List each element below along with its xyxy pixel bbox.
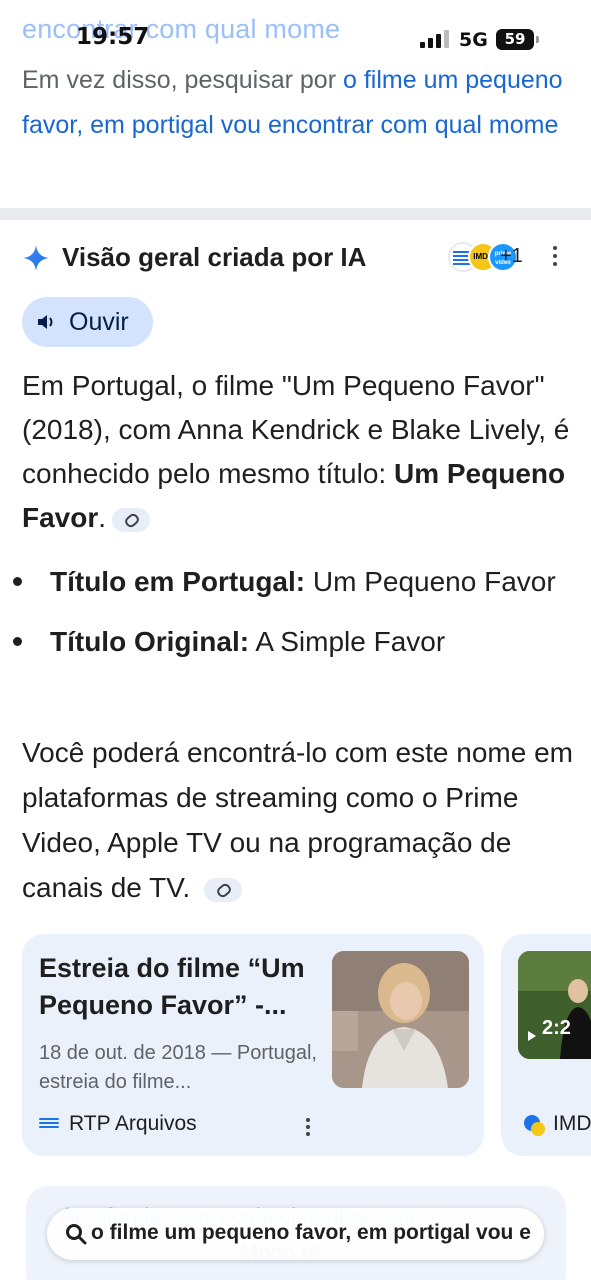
- battery-icon: 59: [496, 29, 539, 50]
- source-card-site: IMD: [553, 1112, 591, 1135]
- answer-end: .: [98, 502, 107, 533]
- search-query: o filme um pequeno favor, em portigal vo…: [91, 1221, 531, 1244]
- battery-level: 59: [504, 30, 526, 48]
- more-sources-count[interactable]: +1: [500, 245, 523, 268]
- source-card-site: RTP Arquivos: [69, 1112, 197, 1135]
- rtp-logo-icon: [39, 1118, 59, 1132]
- closing-text: Você poderá encontrá-lo com este nome em…: [22, 737, 573, 903]
- scrolled-query-text: encontrar com qual mome: [22, 14, 341, 44]
- bullet-value: Um Pequeno Favor: [305, 566, 556, 597]
- citation-link-icon[interactable]: [112, 507, 151, 532]
- listen-label: Ouvir: [69, 308, 129, 336]
- speaker-icon: [38, 315, 53, 329]
- status-bar: encontrar com qual mome 19:57 5G 59: [0, 0, 591, 60]
- listen-button[interactable]: Ouvir: [22, 297, 153, 347]
- list-item: Título Original: A Simple Favor: [13, 620, 577, 664]
- source-card-snippet: 18 de out. de 2018 — Portugal, estreia d…: [39, 1042, 317, 1093]
- ai-answer-text: Em Portugal, o filme "Um Pequeno Favor" …: [22, 364, 577, 540]
- ai-overview-header: Visão geral criada por IA IMDb prime vide…: [22, 238, 577, 282]
- source-card[interactable]: 2:2 IMD: [501, 934, 591, 1156]
- floating-search-bar[interactable]: o filme um pequeno favor, em portigal vo…: [47, 1208, 544, 1260]
- source-card[interactable]: Estreia do filme “Um Pequeno Favor” -...…: [22, 934, 484, 1156]
- imdb-logo-icon: [524, 1115, 545, 1136]
- source-card-thumbnail: [332, 951, 469, 1088]
- search-icon: [66, 1224, 87, 1245]
- ai-closing-text: Você poderá encontrá-lo com este nome em…: [22, 730, 577, 910]
- more-options-icon[interactable]: [304, 1116, 312, 1136]
- list-item: Título em Portugal: Um Pequeno Favor: [13, 560, 577, 604]
- video-thumbnail: 2:2: [518, 951, 591, 1059]
- bullet-label: Título em Portugal:: [50, 566, 306, 597]
- citation-link-icon[interactable]: [203, 877, 242, 902]
- network-label: 5G: [459, 29, 488, 51]
- video-duration: 2:2: [542, 1017, 571, 1039]
- ai-overview-title: Visão geral criada por IA: [62, 242, 367, 272]
- clock: 19:57: [76, 24, 150, 50]
- bullet-value: A Simple Favor: [249, 626, 446, 657]
- signal-icon: [420, 30, 450, 48]
- spelling-suggestion: Em vez disso, pesquisar por o filme um p…: [22, 58, 577, 148]
- bullet-label: Título Original:: [50, 626, 250, 657]
- more-options-icon[interactable]: [548, 242, 562, 272]
- answer-bullets: Título em Portugal: Um Pequeno Favor Tít…: [13, 560, 577, 680]
- source-card-title: Estreia do filme “Um Pequeno Favor” -...: [39, 953, 305, 1020]
- sparkle-icon: [23, 245, 49, 271]
- spelling-prefix: Em vez disso, pesquisar por: [22, 66, 343, 94]
- section-divider: [0, 208, 591, 220]
